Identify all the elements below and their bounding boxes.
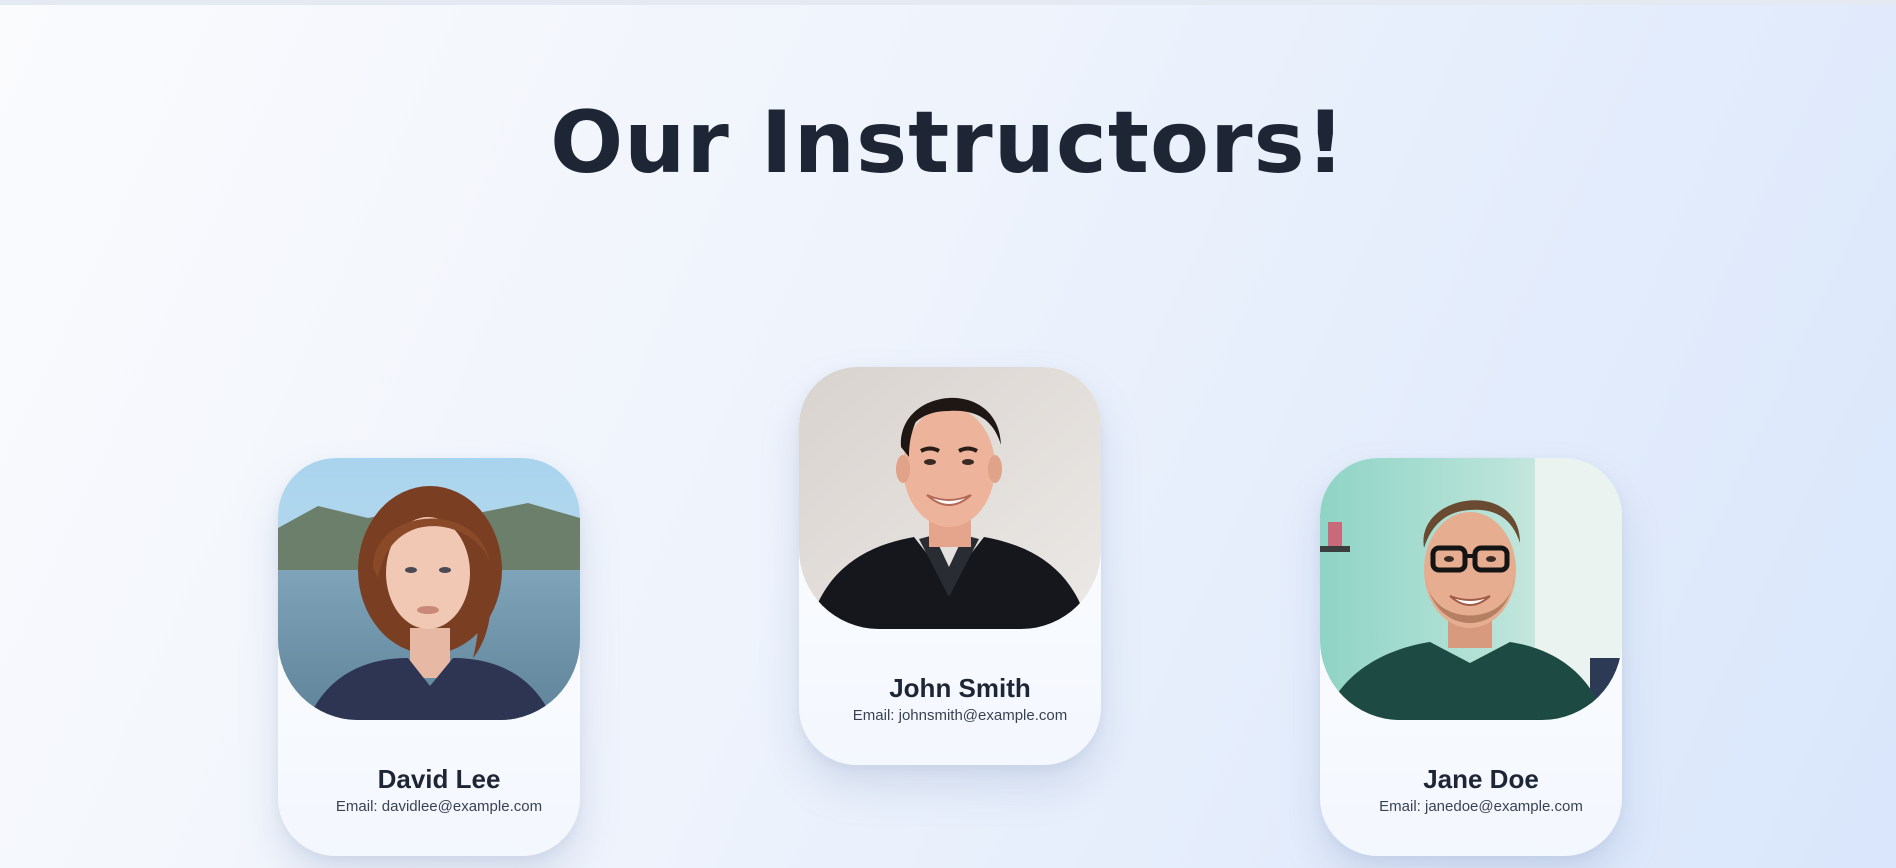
instructor-card[interactable]: Jane Doe Email: janedoe@example.com <box>1320 458 1622 856</box>
instructor-card[interactable]: John Smith Email: johnsmith@example.com <box>799 367 1101 765</box>
instructor-photo <box>799 367 1101 629</box>
instructor-email[interactable]: Email: johnsmith@example.com <box>809 707 1101 724</box>
instructor-photo <box>1320 458 1622 720</box>
instructor-name: John Smith <box>889 673 1031 703</box>
instructor-name: David Lee <box>377 764 501 794</box>
page-title: Our Instructors! <box>550 93 1346 193</box>
top-border <box>0 0 1896 5</box>
instructor-email[interactable]: Email: janedoe@example.com <box>1330 798 1622 815</box>
instructor-name: Jane Doe <box>1423 764 1539 794</box>
instructor-card[interactable]: David Lee Email: davidlee@example.com <box>278 458 580 856</box>
instructor-photo <box>278 458 580 720</box>
instructor-email[interactable]: Email: davidlee@example.com <box>288 798 580 815</box>
